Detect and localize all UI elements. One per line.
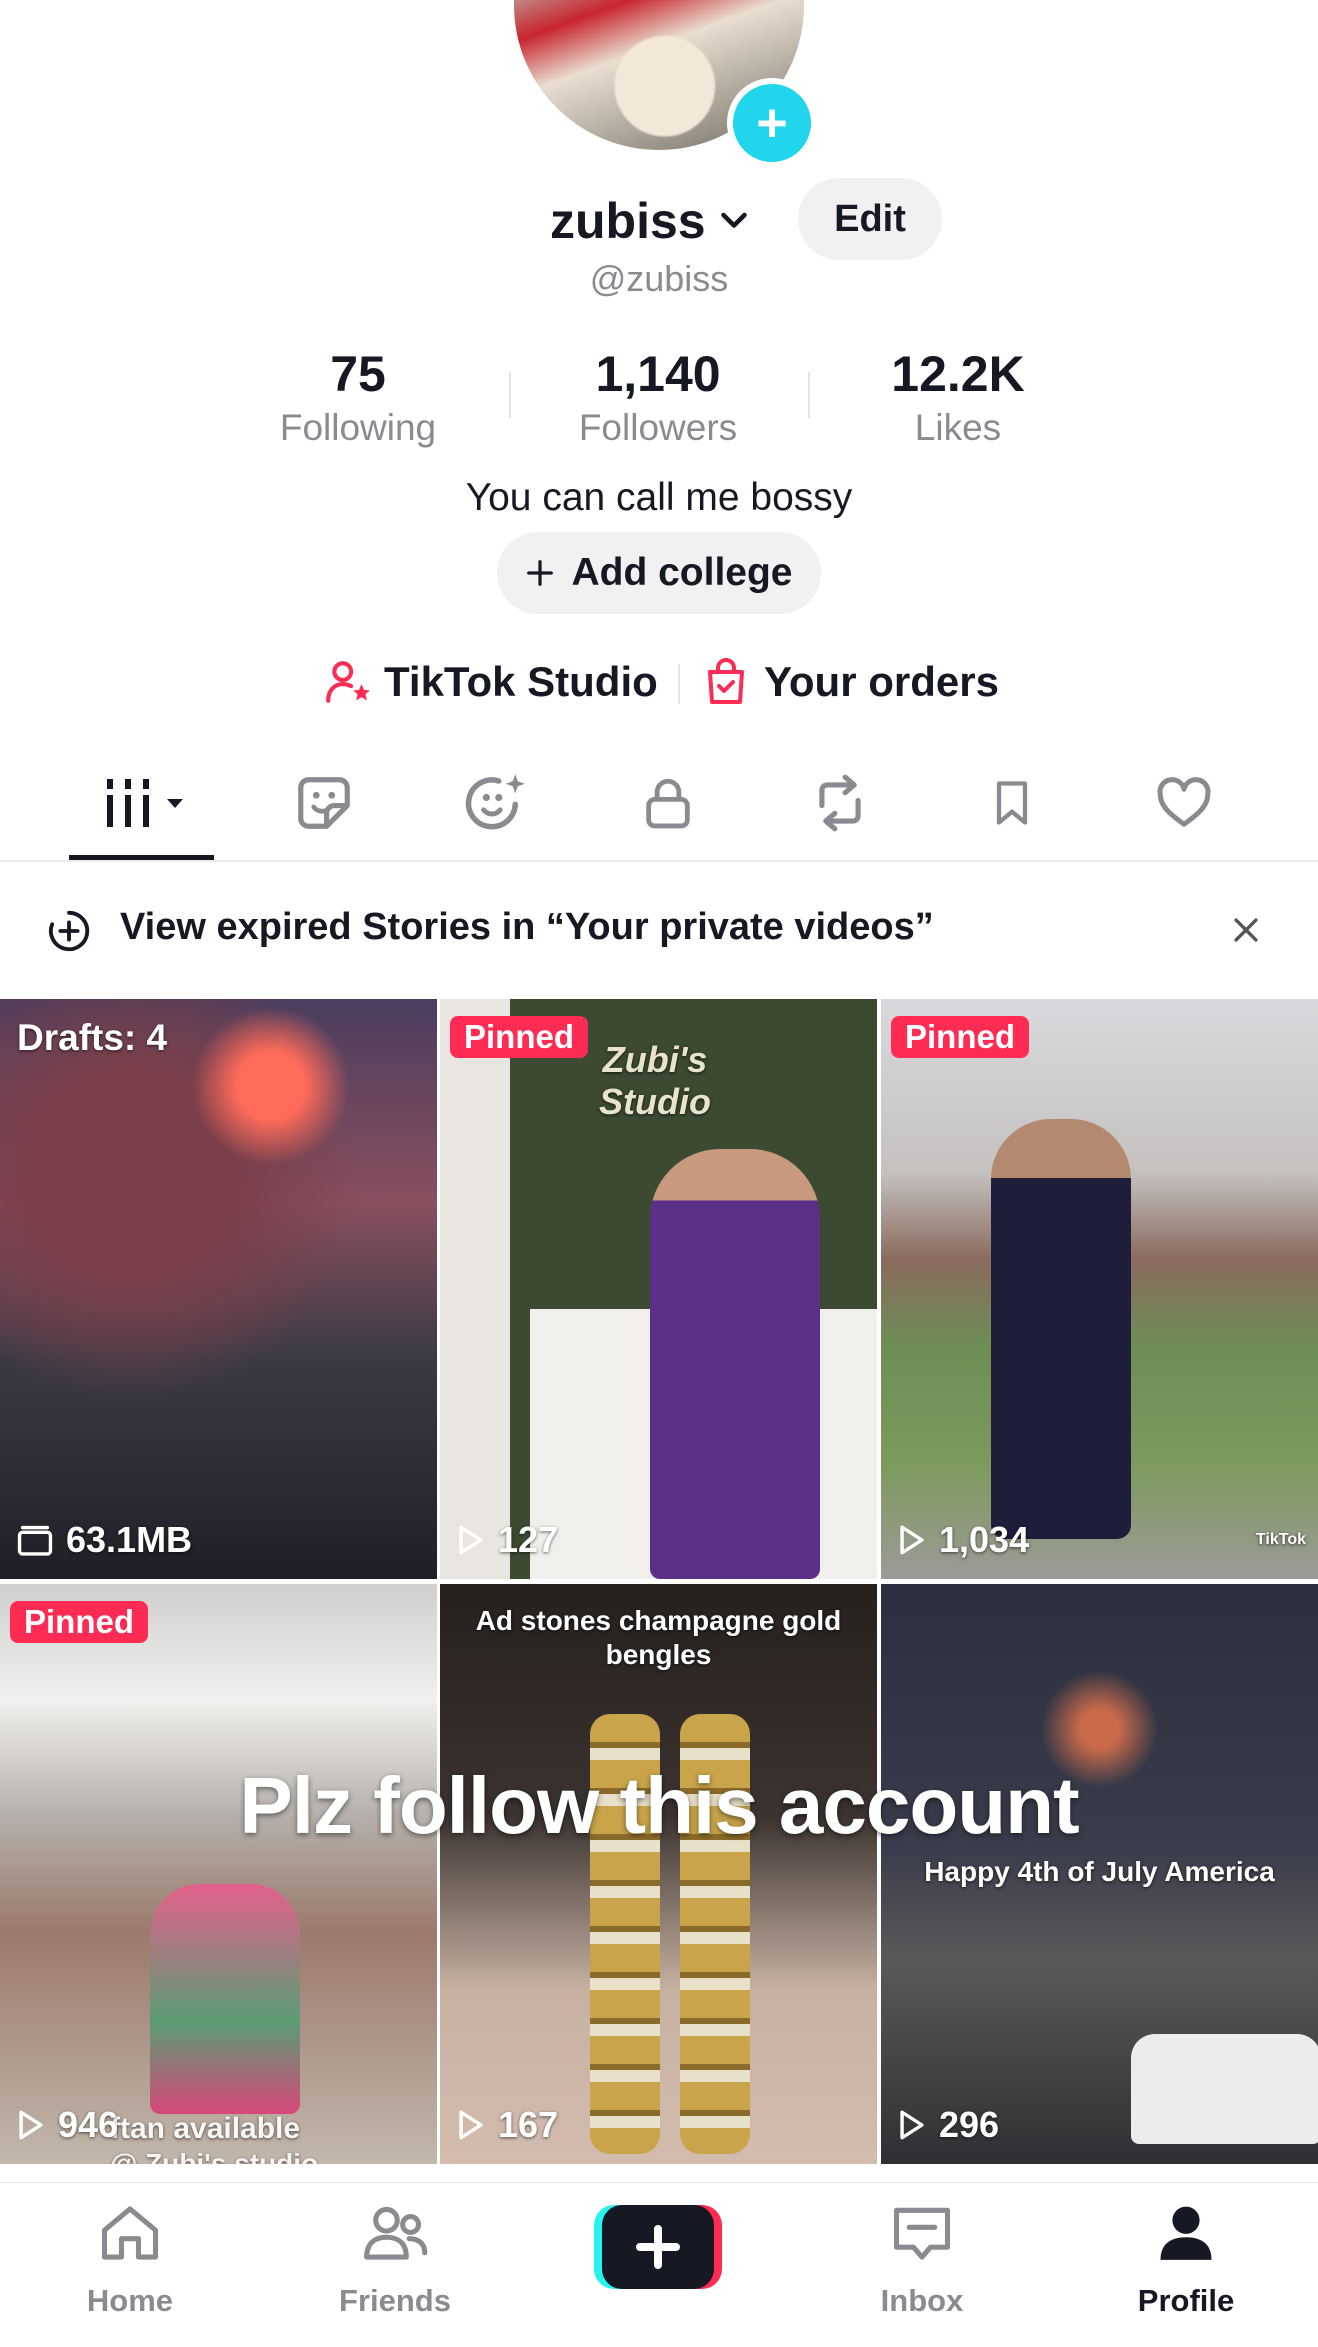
view-count-value: 1,034: [939, 1519, 1030, 1560]
shopping-bag-icon: [708, 658, 744, 704]
play-icon: [459, 2110, 483, 2140]
video-tile[interactable]: Pinned TikTok 1,034: [881, 999, 1318, 1579]
nav-friends[interactable]: Friends: [295, 2183, 495, 2347]
folder-icon: [17, 1525, 53, 1556]
tile-caption: ftan available: [110, 2112, 301, 2145]
view-count-value: 127: [498, 1519, 559, 1560]
view-count-value: 296: [939, 2104, 1000, 2145]
add-story-plus-icon[interactable]: +: [727, 78, 817, 168]
tile-car: [1131, 2034, 1318, 2144]
view-count: 127: [456, 1519, 558, 1561]
lock-icon: [646, 778, 690, 829]
video-tile[interactable]: Pinned ftan available @ Zubi's studio 94…: [0, 1584, 437, 2164]
stat-following[interactable]: 75 Following: [208, 345, 508, 449]
view-count: 167: [456, 2104, 558, 2146]
tab-videos[interactable]: [92, 768, 202, 838]
view-count: 1,034: [897, 1519, 1029, 1561]
add-college-button[interactable]: Add college: [497, 532, 821, 614]
play-icon: [459, 1525, 483, 1555]
stat-followers[interactable]: 1,140 Followers: [508, 345, 808, 449]
links-divider: [678, 664, 680, 704]
chevron-down-icon: [720, 212, 747, 228]
profile-icon: [1160, 2206, 1212, 2260]
studio-sign: Zubi's Studio: [599, 1039, 711, 1122]
nav-label: Friends: [339, 2283, 451, 2318]
stat-value: 1,140: [595, 346, 721, 402]
pinned-badge: Pinned: [450, 1016, 589, 1058]
home-icon: [101, 2206, 159, 2260]
video-tile[interactable]: Zubi's Studio Pinned 127: [440, 999, 877, 1579]
expired-stories-text: View expired Stories in “Your private vi…: [120, 906, 934, 948]
tab-favorites[interactable]: [974, 768, 1050, 838]
view-count: 946: [16, 2104, 118, 2146]
story-add-icon: [48, 910, 90, 952]
nav-inbox[interactable]: Inbox: [822, 2183, 1022, 2347]
drafts-count: Drafts: 4: [17, 1017, 168, 1058]
drafts-size-value: 63.1MB: [66, 1519, 193, 1560]
nav-label: Profile: [1137, 2283, 1235, 2318]
pinned-badge: Pinned: [891, 1016, 1030, 1058]
plus-icon: [527, 560, 554, 586]
tiktok-watermark: TikTok: [1255, 1531, 1306, 1548]
drafts-size: 63.1MB: [16, 1519, 192, 1561]
your-orders-link[interactable]: Your orders: [702, 650, 999, 714]
username: zubiss: [550, 193, 706, 249]
stat-value: 75: [330, 346, 386, 402]
tab-ai-self[interactable]: [458, 768, 534, 838]
tabs-divider: [0, 860, 1318, 862]
stat-value: 12.2K: [891, 346, 1025, 402]
play-icon: [900, 2110, 924, 2140]
tab-stickers[interactable]: [286, 768, 362, 838]
nav-home[interactable]: Home: [30, 2183, 230, 2347]
smiley-sparkle-icon: [465, 774, 525, 830]
create-button[interactable]: [594, 2205, 722, 2289]
edit-profile-button[interactable]: Edit: [798, 178, 942, 260]
play-icon: [19, 2110, 43, 2140]
tab-reposts[interactable]: [802, 768, 878, 838]
view-count-value: 167: [498, 2104, 559, 2145]
tile-person: [150, 1884, 300, 2114]
stat-label: Likes: [914, 407, 1002, 448]
video-tile[interactable]: Happy 4th of July America 296: [881, 1584, 1318, 2164]
tab-private[interactable]: [630, 768, 706, 838]
user-handle: @zubiss: [589, 258, 729, 299]
pinned-badge: Pinned: [10, 1601, 149, 1643]
tab-liked[interactable]: [1146, 768, 1222, 838]
stat-label: Followers: [578, 407, 738, 448]
view-count-value: 946: [58, 2104, 119, 2145]
your-orders-label: Your orders: [764, 658, 999, 705]
sticker-icon: [298, 777, 350, 829]
repost-icon: [819, 774, 861, 832]
close-icon[interactable]: [1229, 913, 1263, 947]
tile-mannequin: [650, 1149, 820, 1579]
friends-icon: [364, 2206, 428, 2260]
username-switcher[interactable]: zubiss: [550, 186, 752, 256]
bookmark-icon: [996, 781, 1028, 825]
nav-label: Inbox: [880, 2283, 964, 2318]
studio-person-star-icon: [326, 661, 370, 703]
drafts-tile[interactable]: Drafts: 4 63.1MB: [0, 999, 437, 1579]
nav-profile[interactable]: Profile: [1086, 2183, 1286, 2347]
heart-icon: [1157, 777, 1211, 827]
tile-caption: Ad stones champagne gold bengles: [475, 1605, 842, 1670]
tile-person: [991, 1119, 1131, 1539]
tiktok-studio-link[interactable]: TikTok Studio: [324, 650, 658, 714]
bottom-nav: Home Friends Inbox Profile: [0, 2182, 1318, 2347]
play-icon: [900, 1525, 924, 1555]
overlay-caption: Plz follow this account: [239, 1761, 1079, 1850]
tile-caption-secondary: @ Zubi's studio: [110, 2148, 319, 2164]
grid-bars-icon: [107, 779, 183, 827]
stat-label: Following: [279, 407, 437, 448]
tile-caption: Happy 4th of July America: [924, 1856, 1275, 1887]
create-plus-icon: [594, 2205, 722, 2289]
nav-label: Home: [86, 2283, 174, 2318]
video-tile[interactable]: Ad stones champagne gold bengles 167: [440, 1584, 877, 2164]
profile-bio: You can call me bossy: [465, 476, 853, 519]
stat-likes[interactable]: 12.2K Likes: [808, 345, 1108, 449]
add-college-label: Add college: [571, 551, 793, 594]
tiktok-studio-label: TikTok Studio: [384, 658, 658, 705]
view-count: 296: [897, 2104, 999, 2146]
inbox-icon: [893, 2207, 951, 2260]
